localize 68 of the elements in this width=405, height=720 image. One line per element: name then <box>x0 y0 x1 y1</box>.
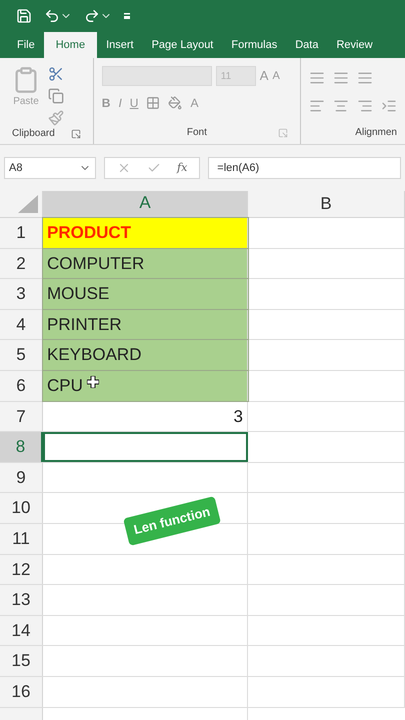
column-header[interactable]: A <box>43 191 248 217</box>
column-header[interactable]: B <box>248 191 405 217</box>
cell-text: CPU <box>46 375 84 398</box>
cell-text: COMPUTER <box>46 252 146 275</box>
cell-text: PRODUCT <box>46 222 132 244</box>
row-header[interactable]: 12 <box>0 554 43 584</box>
group-label: Alignmen <box>355 126 397 140</box>
paintbrush-icon[interactable] <box>48 110 64 126</box>
ribbon-tab[interactable]: Review <box>327 32 382 58</box>
cell[interactable]: COMPUTER <box>43 248 248 278</box>
align-right-icon[interactable] <box>357 98 373 114</box>
ribbon-tab[interactable]: Home <box>44 32 98 58</box>
row-header[interactable]: 11 <box>0 524 43 554</box>
row-header[interactable]: 6 <box>0 370 43 401</box>
cell[interactable] <box>43 432 248 462</box>
launcher-icon[interactable] <box>278 128 288 138</box>
cell-text: KEYBOARD <box>46 344 142 366</box>
launcher-icon[interactable] <box>70 128 81 138</box>
borders-icon[interactable] <box>146 96 160 110</box>
row-header[interactable]: 13 <box>0 585 43 615</box>
row-header[interactable]: 9 <box>0 462 43 492</box>
name-box[interactable]: A8 <box>4 157 96 179</box>
row-header[interactable]: 2 <box>0 248 43 278</box>
function-icon[interactable]: fx <box>177 160 188 176</box>
row-header[interactable]: 7 <box>0 402 43 432</box>
indent-icon[interactable] <box>381 98 397 114</box>
caption-toast: Len function <box>123 496 221 546</box>
cell[interactable]: PRODUCT <box>43 218 248 248</box>
align-left-icon[interactable] <box>309 98 325 114</box>
ribbon-tab[interactable]: Insert <box>97 32 143 58</box>
ribbon-tab[interactable]: Data <box>286 32 328 58</box>
copy-icon[interactable] <box>48 88 64 104</box>
cell[interactable]: 3 <box>43 402 248 432</box>
align-icon[interactable] <box>357 70 373 86</box>
align-icon[interactable] <box>309 70 325 86</box>
cell[interactable]: KEYBOARD <box>43 340 248 370</box>
font-name-field[interactable] <box>102 66 212 86</box>
row-header[interactable]: 10 <box>0 493 43 523</box>
ribbon-tab[interactable]: Formulas <box>222 32 286 58</box>
row-header[interactable]: 15 <box>0 646 43 676</box>
row-header[interactable]: 14 <box>0 616 43 646</box>
row-header[interactable]: 16 <box>0 676 43 706</box>
row-header[interactable]: 8 <box>0 432 43 462</box>
cell[interactable]: CPU <box>43 370 248 401</box>
cell-text: 3 <box>232 406 244 428</box>
row-header[interactable]: 1 <box>0 218 43 248</box>
align-icon[interactable] <box>333 70 349 86</box>
redo-icon[interactable] <box>84 8 100 24</box>
select-all-icon[interactable] <box>18 195 38 213</box>
cell[interactable]: PRINTER <box>43 310 248 340</box>
formula-field[interactable]: =len(A6) <box>208 157 401 179</box>
ribbon-tab[interactable]: Page Layout <box>142 32 222 58</box>
scissors-icon[interactable] <box>48 66 64 82</box>
align-center-icon[interactable] <box>333 98 349 114</box>
group-label: Clipboard <box>12 127 55 141</box>
ribbon-tab[interactable]: File <box>8 32 44 58</box>
row-header[interactable]: 5 <box>0 340 43 370</box>
cell-text: MOUSE <box>46 283 110 306</box>
row-header[interactable]: 4 <box>0 310 43 340</box>
undo-icon[interactable] <box>44 8 60 24</box>
customize-icon[interactable] <box>124 13 130 19</box>
cell[interactable]: MOUSE <box>43 279 248 309</box>
group-label: Font <box>186 126 207 140</box>
save-icon[interactable] <box>16 8 32 24</box>
cancel-icon[interactable] <box>117 161 131 175</box>
cell-text: PRINTER <box>46 314 123 336</box>
row-header[interactable]: 3 <box>0 279 43 309</box>
paint-bucket-icon[interactable] <box>168 96 182 110</box>
